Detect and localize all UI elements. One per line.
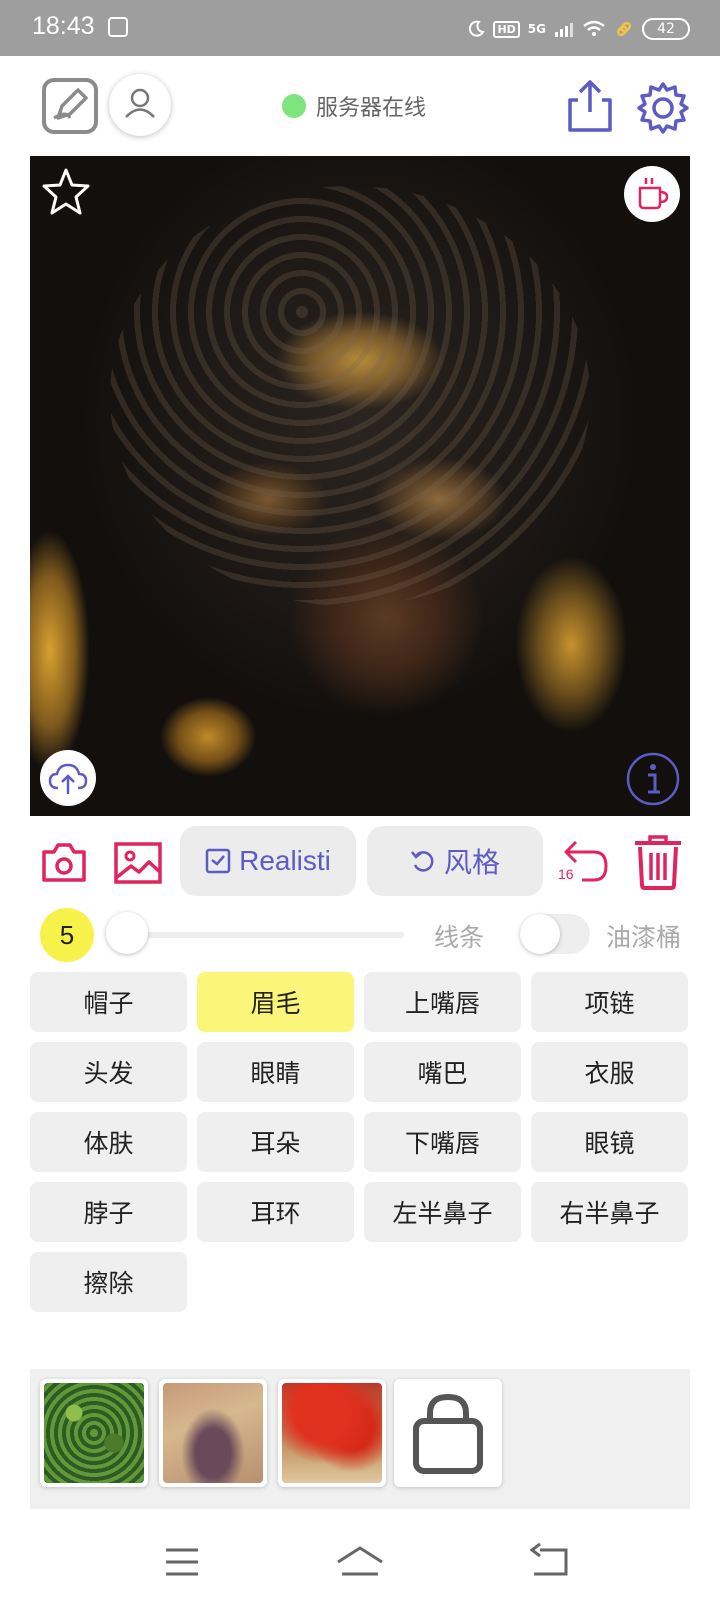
system-nav-bar (0, 1520, 720, 1605)
gear-icon (637, 82, 689, 134)
face-parts-grid: 帽子 眉毛 上嘴唇 项链 头发 眼睛 嘴巴 衣服 体肤 耳朵 下嘴唇 眼镜 脖子… (30, 972, 690, 1312)
network-type: 5G (527, 22, 546, 36)
slider-thumb[interactable] (106, 912, 148, 954)
swatch-thumbnail (44, 1383, 144, 1483)
home-nav-button[interactable] (330, 1540, 390, 1584)
part-button[interactable]: 体肤 (30, 1112, 187, 1172)
shop-button[interactable] (394, 1379, 502, 1487)
erase-button[interactable]: 擦除 (30, 1252, 187, 1312)
server-status-label: 服务器在线 (316, 96, 427, 121)
signal-icon (555, 23, 573, 37)
swatch-thumbnail (282, 1383, 382, 1483)
menu-nav-button[interactable] (152, 1540, 212, 1584)
hd-badge: HD (493, 20, 520, 38)
delete-button[interactable] (632, 833, 684, 891)
part-button[interactable]: 眉毛 (197, 972, 354, 1032)
gallery-button[interactable] (113, 840, 163, 886)
style-swatch-tray (30, 1369, 690, 1509)
style-button[interactable]: 风格 (367, 826, 543, 896)
server-status-dot (282, 94, 306, 118)
part-button[interactable]: 嘴巴 (364, 1042, 521, 1102)
camera-button[interactable] (40, 840, 88, 886)
cup-icon (638, 178, 669, 210)
settings-button[interactable] (635, 80, 691, 136)
info-icon (626, 752, 680, 806)
lines-label: 线条 (434, 923, 485, 952)
generated-image-canvas[interactable] (30, 156, 690, 816)
menu-icon (166, 1548, 198, 1576)
moon-icon (469, 20, 486, 37)
style-swatch[interactable] (278, 1379, 386, 1487)
toggle-knob (520, 914, 560, 954)
user-button[interactable] (109, 74, 171, 136)
user-icon (125, 88, 155, 118)
undo-count: 16 (558, 866, 574, 882)
style-label: 风格 (443, 846, 500, 879)
part-button[interactable]: 眼镜 (531, 1112, 688, 1172)
upload-button[interactable] (40, 750, 96, 806)
back-nav-button[interactable] (520, 1540, 580, 1584)
edit-icon (53, 88, 88, 120)
part-button[interactable]: 耳环 (197, 1182, 354, 1242)
brush-size-slider[interactable] (106, 912, 404, 954)
mode-toggle[interactable] (520, 914, 590, 954)
status-time: 18:43 (32, 12, 95, 40)
share-icon (568, 80, 612, 132)
server-status: 服务器在线 (282, 90, 426, 122)
part-button[interactable]: 头发 (30, 1042, 187, 1102)
paint-bucket-label: 油漆桶 (606, 923, 682, 952)
share-button[interactable] (566, 78, 614, 134)
part-button[interactable]: 左半鼻子 (364, 1182, 521, 1242)
cloud-upload-icon (48, 763, 88, 794)
image-icon (114, 842, 162, 884)
home-icon (337, 1546, 383, 1576)
back-icon (529, 1542, 568, 1576)
realistic-label: Realisti (239, 845, 331, 876)
shopping-bag-icon (413, 1393, 483, 1474)
trash-icon (635, 835, 681, 890)
checkbox-icon (205, 848, 231, 874)
favorite-button[interactable] (40, 166, 92, 218)
part-button[interactable]: 眼睛 (197, 1042, 354, 1102)
style-swatch[interactable] (40, 1379, 148, 1487)
info-button[interactable] (624, 750, 682, 808)
part-button[interactable]: 右半鼻子 (531, 1182, 688, 1242)
star-icon (42, 168, 90, 215)
part-button[interactable]: 上嘴唇 (364, 972, 521, 1032)
wifi-icon (583, 20, 605, 36)
part-button[interactable]: 衣服 (531, 1042, 688, 1102)
style-swatch[interactable] (159, 1379, 267, 1487)
swatch-thumbnail (163, 1383, 263, 1483)
part-button[interactable]: 脖子 (30, 1182, 187, 1242)
part-button[interactable]: 帽子 (30, 972, 187, 1032)
tea-cup-button[interactable] (624, 166, 680, 222)
realistic-toggle-button[interactable]: Realisti (180, 826, 356, 896)
camera-icon (42, 843, 86, 882)
part-button[interactable]: 下嘴唇 (364, 1112, 521, 1172)
link-icon (616, 21, 632, 37)
status-icons: HD 5G 42 (467, 14, 690, 44)
brush-size-indicator: 5 (40, 908, 94, 962)
edit-button[interactable] (42, 78, 98, 134)
app-notification-icon (108, 17, 128, 37)
hair-texture (110, 186, 590, 606)
rotate-icon (411, 851, 434, 872)
battery-indicator: 42 (642, 18, 690, 40)
part-button[interactable]: 耳朵 (197, 1112, 354, 1172)
part-button[interactable]: 项链 (531, 972, 688, 1032)
status-bar: 18:43 HD 5G 42 (0, 0, 720, 56)
